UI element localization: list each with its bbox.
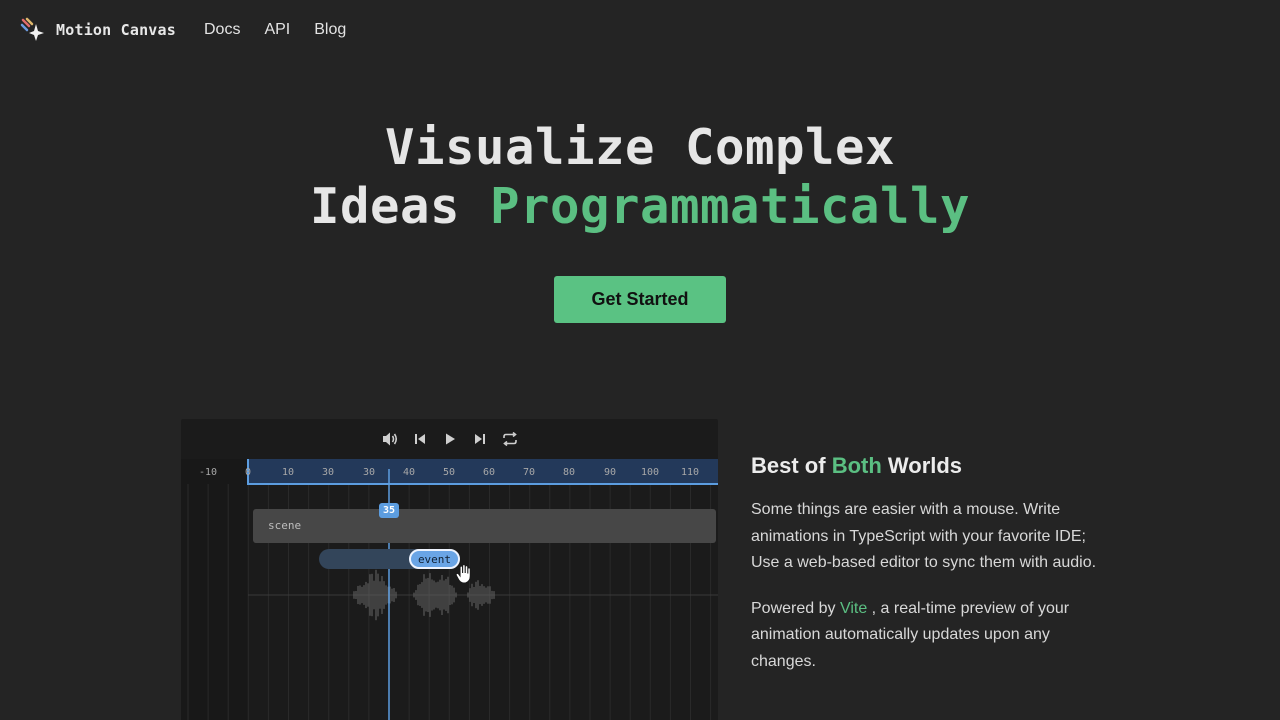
feature-paragraph-1: Some things are easier with a mouse. Wri… — [751, 501, 1097, 571]
feature-title: Best of Both Worlds — [751, 452, 1111, 480]
event-marker[interactable]: event — [409, 549, 460, 569]
scene-label: scene — [268, 519, 302, 532]
feature-paragraph-2: Powered by Vite , a real-time preview of… — [751, 596, 1111, 676]
event-label: event — [417, 552, 452, 566]
ruler-tick-label: 0 — [245, 467, 251, 478]
get-started-button[interactable]: Get Started — [554, 276, 726, 323]
skip-forward-button[interactable] — [465, 427, 495, 451]
ruler-tick-label: 110 — [681, 467, 699, 478]
grab-hand-cursor-icon — [455, 563, 471, 584]
play-button[interactable] — [435, 427, 465, 451]
ruler-tick-label: 30 — [322, 467, 334, 478]
volume-button[interactable] — [375, 427, 405, 451]
feature-title-start: Best of — [751, 453, 832, 478]
nav-link-blog[interactable]: Blog — [314, 21, 346, 39]
ruler-tick-label: 90 — [604, 467, 616, 478]
vite-link[interactable]: Vite — [840, 600, 867, 617]
timeline-canvas: -10 0 10 30 30 40 50 60 70 80 90 100 110 — [181, 459, 718, 720]
nav-link-api[interactable]: API — [264, 21, 290, 39]
ruler-tick-label: 30 — [363, 467, 375, 478]
ruler-tick-label: -10 — [199, 467, 217, 478]
ruler-tick-label: 70 — [523, 467, 535, 478]
brand-title: Motion Canvas — [56, 21, 176, 39]
editor-preview: -10 0 10 30 30 40 50 60 70 80 90 100 110 scene event… — [181, 419, 718, 720]
ruler-tick-label: 60 — [483, 467, 495, 478]
feature-title-end: Worlds — [881, 453, 963, 478]
timeline[interactable]: -10 0 10 30 30 40 50 60 70 80 90 100 110 scene event… — [181, 459, 718, 720]
ruler-tick-label: 80 — [563, 467, 575, 478]
skip-forward-icon — [474, 434, 485, 444]
play-icon — [445, 433, 455, 445]
brand-link[interactable]: Motion Canvas — [20, 17, 176, 43]
feature-best-of-both-worlds: Best of Both Worlds Some things are easi… — [751, 452, 1111, 675]
playback-toolbar — [181, 419, 718, 459]
skip-back-button[interactable] — [405, 427, 435, 451]
nav-links: Docs API Blog — [204, 21, 370, 39]
scene-track[interactable]: scene — [253, 509, 716, 543]
skip-back-icon — [414, 434, 425, 444]
ruler-tick-label: 10 — [282, 467, 294, 478]
feature-title-accent: Both — [831, 453, 882, 478]
loop-button[interactable] — [495, 427, 525, 451]
navbar: Motion Canvas Docs API Blog — [0, 0, 1280, 60]
feature-p2-before: Powered by — [751, 599, 840, 617]
ruler-tick-label: 100 — [641, 467, 659, 478]
hero: Visualize Complex Ideas Programmatically — [0, 118, 1280, 236]
hero-title-line-1: Visualize Complex — [384, 119, 895, 176]
nav-link-docs[interactable]: Docs — [204, 21, 240, 39]
playhead-frame-badge[interactable]: 35 — [379, 503, 399, 518]
hero-title-plain: Ideas — [309, 178, 490, 235]
hero-title-line-2: Ideas Programmatically — [0, 177, 1280, 236]
ruler-tick-label: 50 — [443, 467, 455, 478]
volume-icon — [382, 432, 397, 446]
ruler-tick-label: 40 — [403, 467, 415, 478]
motion-canvas-logo-icon — [20, 17, 44, 41]
loop-icon — [502, 431, 517, 447]
hero-title-accent: Programmatically — [490, 178, 971, 235]
